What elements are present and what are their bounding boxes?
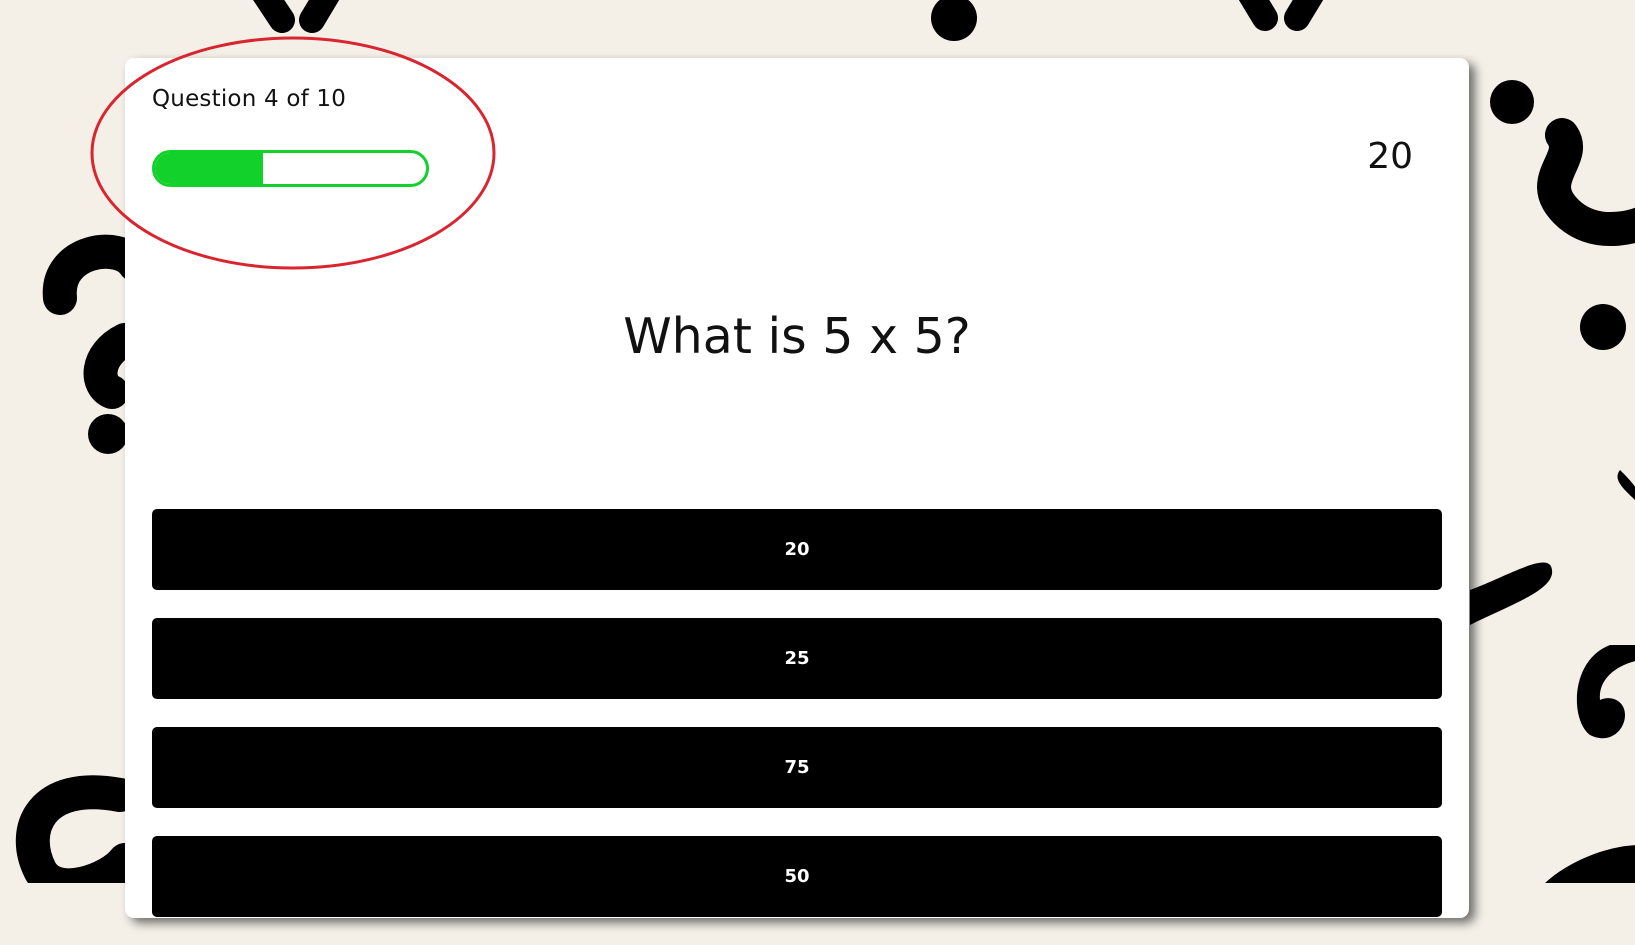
answer-button[interactable]: 20 bbox=[152, 509, 1442, 590]
question-text: What is 5 x 5? bbox=[623, 308, 971, 365]
blob-doodle bbox=[1545, 845, 1635, 883]
x-doodle bbox=[253, 0, 1324, 33]
progress-bar bbox=[152, 150, 429, 187]
swirl-doodle bbox=[15, 775, 142, 883]
answer-list: 20 25 75 50 bbox=[152, 509, 1442, 945]
quote-doodle bbox=[1470, 470, 1635, 739]
answer-button[interactable]: 50 bbox=[152, 836, 1442, 917]
answer-button[interactable]: 75 bbox=[152, 727, 1442, 808]
answer-button[interactable]: 25 bbox=[152, 618, 1442, 699]
countdown-timer: 20 bbox=[1367, 136, 1413, 177]
quiz-card: Question 4 of 10 20 What is 5 x 5? 20 25… bbox=[125, 58, 1469, 918]
squiggle-doodle bbox=[1537, 118, 1635, 246]
question-mark-doodle bbox=[42, 234, 152, 409]
progress-bar-fill bbox=[155, 153, 264, 184]
question-progress-label: Question 4 of 10 bbox=[152, 86, 347, 112]
